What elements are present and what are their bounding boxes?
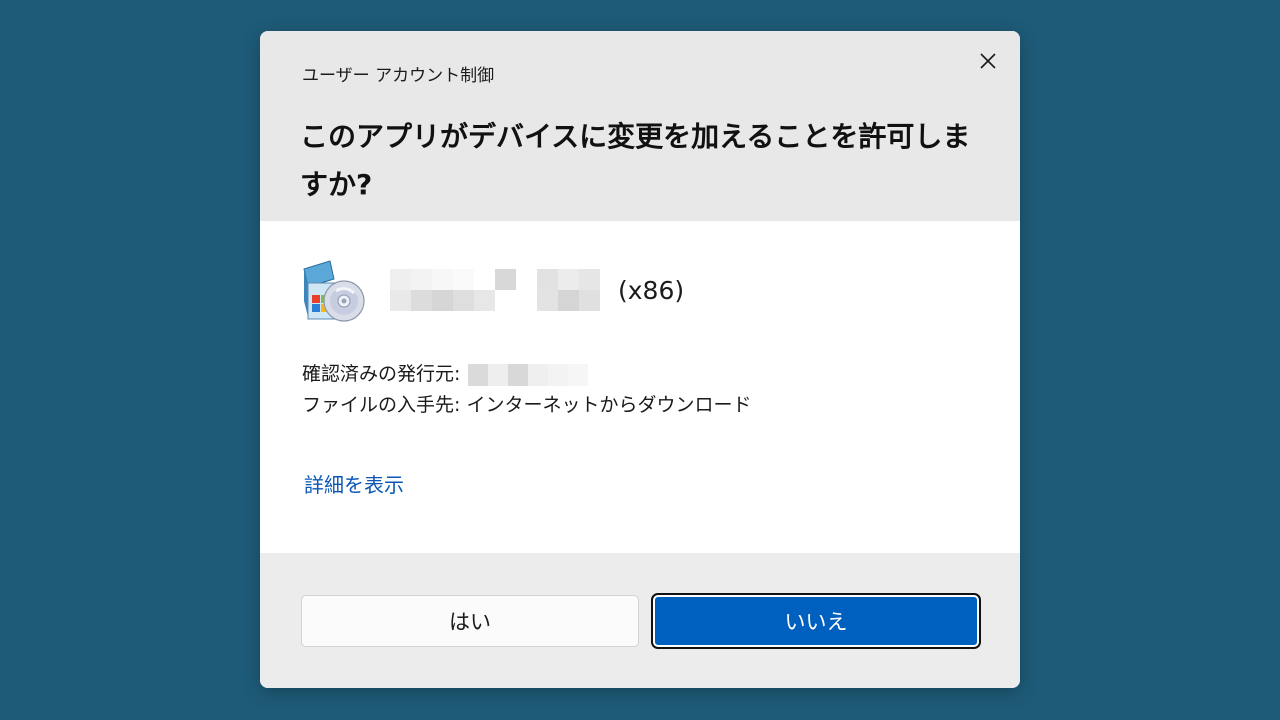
dialog-footer: はい いいえ xyxy=(260,553,1020,688)
uac-dialog: ユーザー アカウント制御 このアプリがデバイスに変更を加えることを許可しますか? xyxy=(260,31,1020,688)
publisher-redacted xyxy=(468,363,589,386)
no-button[interactable]: いいえ xyxy=(651,593,981,649)
publisher-label: 確認済みの発行元: xyxy=(302,363,461,385)
permission-question: このアプリがデバイスに変更を加えることを許可しますか? xyxy=(300,120,971,201)
app-name-suffix: (x86) xyxy=(618,275,685,305)
app-info: 確認済みの発行元: ファイルの入手先: インターネットからダウンロード xyxy=(302,359,751,421)
yes-button[interactable]: はい xyxy=(301,595,639,647)
app-name-redacted xyxy=(390,269,600,311)
publisher-line: 確認済みの発行元: xyxy=(302,359,751,390)
origin-line: ファイルの入手先: インターネットからダウンロード xyxy=(302,394,752,416)
window-title: ユーザー アカウント制御 xyxy=(302,66,495,86)
dialog-header: ユーザー アカウント制御 このアプリがデバイスに変更を加えることを許可しますか? xyxy=(260,31,1020,221)
close-button[interactable] xyxy=(968,43,1008,79)
close-icon xyxy=(980,53,996,69)
installer-cd-icon xyxy=(303,260,365,322)
app-row: (x86) xyxy=(300,255,684,325)
show-details-link[interactable]: 詳細を表示 xyxy=(304,469,404,498)
